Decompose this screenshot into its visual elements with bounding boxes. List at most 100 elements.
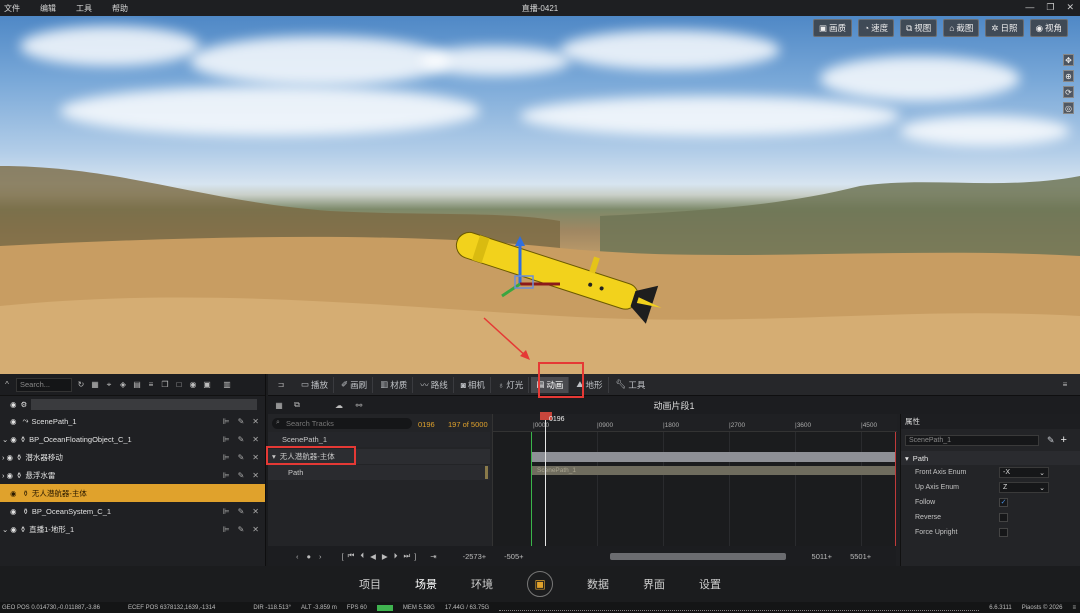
logo-icon[interactable]: ▣ <box>527 571 553 597</box>
eye-icon[interactable]: ◉ <box>10 507 17 516</box>
menu-edit[interactable]: 编辑 <box>40 3 56 14</box>
track-section[interactable] <box>531 452 895 462</box>
move-icon[interactable]: ✥ <box>1063 54 1074 66</box>
speed-button[interactable]: ◔ 速度 <box>858 19 895 37</box>
delete-icon[interactable]: ✕ <box>252 471 259 480</box>
track-row[interactable]: ScenePath_1 <box>268 432 490 447</box>
outliner-search-input[interactable]: Search... <box>16 377 72 392</box>
end-marker[interactable] <box>895 432 896 546</box>
nav-data[interactable]: 数据 <box>587 576 609 592</box>
outliner-item[interactable]: ⌄ ◉ ⚱ 直播1-地形_1 ⊫ ✎ ✕ <box>0 520 265 538</box>
track-row[interactable]: Path <box>268 465 490 480</box>
tab-material[interactable]: ▥ 材质 <box>375 376 414 393</box>
menu-help[interactable]: 帮助 <box>112 3 128 14</box>
grid-icon[interactable]: ▦ <box>90 380 100 390</box>
view-range-start[interactable]: -505+ <box>504 552 523 561</box>
panel-icon[interactable]: ▥ <box>222 380 232 390</box>
next-key-icon[interactable]: › <box>319 552 322 561</box>
play-reverse-icon[interactable]: ◀ <box>370 552 376 561</box>
edit-icon[interactable]: ✎ <box>238 417 245 426</box>
play-icon[interactable]: ▶ <box>382 552 388 561</box>
key-icon[interactable]: ● <box>307 552 312 561</box>
outliner-item[interactable]: › ◉ ⚱ 悬浮水雷 ⊫ ✎ ✕ <box>0 466 265 484</box>
reverse-checkbox[interactable] <box>999 513 1008 522</box>
range-end[interactable]: 5501+ <box>850 552 871 561</box>
step-back-icon[interactable]: ⏴ <box>360 551 364 561</box>
playhead[interactable] <box>545 414 546 546</box>
edit-icon[interactable]: ✎ <box>238 507 245 516</box>
delete-icon[interactable]: ✕ <box>252 507 259 516</box>
path-section[interactable]: ScenePath_1 <box>531 466 895 475</box>
zoom-icon[interactable]: ⊕ <box>1063 70 1074 82</box>
nav-settings[interactable]: 设置 <box>699 576 721 592</box>
submarine-model[interactable] <box>440 224 680 334</box>
outliner-item[interactable]: ◉ ⚱ BP_OceanSystem_C_1 ⊫ ✎ ✕ <box>0 502 265 520</box>
outliner-item-selected[interactable]: ◉ ⚱ 无人潜航器-主体 <box>0 484 265 502</box>
copy-icon[interactable]: ❐ <box>160 380 170 390</box>
eye-icon[interactable]: ◉ <box>10 525 17 534</box>
add-icon[interactable]: + <box>1061 434 1067 446</box>
delete-icon[interactable]: ✕ <box>252 453 259 462</box>
outliner-item[interactable]: › ◉ ⚱ 潜水器移动 ⊫ ✎ ✕ <box>0 448 265 466</box>
restore-icon[interactable]: ❐ <box>1046 2 1054 13</box>
compass-icon[interactable]: ◎ <box>1063 102 1074 114</box>
external-icon[interactable]: ⧉ <box>292 400 302 410</box>
nav-interface[interactable]: 界面 <box>643 576 665 592</box>
step-forward-icon[interactable]: ⏵ <box>394 551 398 561</box>
eye-icon[interactable]: ◉ <box>7 453 14 462</box>
gear-icon[interactable]: ⚙ <box>21 400 28 409</box>
prev-key-icon[interactable]: ‹ <box>296 552 299 561</box>
menu-tools[interactable]: 工具 <box>76 3 92 14</box>
minimize-icon[interactable]: — <box>1025 2 1034 13</box>
object-name-input[interactable]: ScenePath_1 <box>905 434 1039 446</box>
camera-view-button[interactable]: ◉ 视角 <box>1029 19 1068 37</box>
eye-icon[interactable]: ◉ <box>10 417 17 426</box>
start-marker[interactable] <box>531 432 532 546</box>
film-icon[interactable]: ▤ <box>132 380 142 390</box>
grid-icon[interactable]: ▦ <box>274 400 284 410</box>
jump-end-icon[interactable]: ⏭ <box>403 551 410 561</box>
current-frame[interactable]: 0196 <box>418 420 435 429</box>
chevron-right-icon[interactable]: › <box>2 453 5 462</box>
cloud-icon[interactable]: ☁ <box>334 400 344 410</box>
outliner-item[interactable]: ◉ ⤳ ScenePath_1 ⊫ ✎ ✕ <box>0 412 265 430</box>
tab-play[interactable]: ▭ 播放 <box>296 376 335 393</box>
3d-viewport[interactable]: ▣ 画质 ◔ 速度 ⧉ 视图 ⌂ 截图 ✲ 日照 ◉ 视角 ✥ ⊕ ⟳ ◎ <box>0 16 1080 374</box>
track-search-input[interactable]: Search Tracks <box>272 418 412 429</box>
status-menu-icon[interactable]: ≡ <box>1072 605 1076 611</box>
focus-icon[interactable]: ⌖ <box>104 380 114 390</box>
screenshot-button[interactable]: ⌂ 截图 <box>943 19 980 37</box>
record-icon[interactable]: ◉ <box>188 380 198 390</box>
eyedropper-icon[interactable]: ✎ <box>1047 435 1055 446</box>
tab-camera[interactable]: ◙ 相机 <box>456 376 491 393</box>
loop-icon[interactable]: ⇥ <box>430 552 436 561</box>
up-axis-dropdown[interactable]: Z ⌄ <box>999 482 1049 493</box>
tab-light[interactable]: ♁ 灯光 <box>493 376 530 393</box>
delete-icon[interactable]: ✕ <box>252 417 259 426</box>
edit-icon[interactable]: ✎ <box>238 453 245 462</box>
align-icon[interactable]: ⊫ <box>223 453 230 462</box>
view-range-end[interactable]: 5011+ <box>812 552 833 561</box>
properties-section[interactable]: ▾ Path <box>901 451 1080 465</box>
layers-icon[interactable]: ▣ <box>202 380 212 390</box>
chevron-down-icon[interactable]: ⌄ <box>2 525 8 534</box>
locate-icon[interactable]: ◈ <box>118 380 128 390</box>
menu-file[interactable]: 文件 <box>4 3 20 14</box>
range-start[interactable]: -2573+ <box>463 552 487 561</box>
refresh-icon[interactable]: ↻ <box>76 380 86 390</box>
tab-brush[interactable]: ✐ 画刷 <box>336 376 374 393</box>
square-icon[interactable]: □ <box>174 380 184 390</box>
tab-route[interactable]: 〰路线 <box>415 376 454 393</box>
delete-icon[interactable]: ✕ <box>252 525 259 534</box>
menu-icon[interactable]: ≡ <box>1060 380 1070 390</box>
rotate-icon[interactable]: ⟳ <box>1063 86 1074 98</box>
nav-scene[interactable]: 场景 <box>415 576 437 592</box>
quality-button[interactable]: ▣ 画质 <box>812 19 853 37</box>
nav-environment[interactable]: 环境 <box>471 576 493 592</box>
eye-icon[interactable]: ◉ <box>10 489 17 498</box>
align-icon[interactable]: ⊫ <box>223 507 230 516</box>
follow-checkbox[interactable]: ✓ <box>999 498 1008 507</box>
front-axis-dropdown[interactable]: -X ⌄ <box>999 467 1049 478</box>
eye-icon[interactable]: ◉ <box>10 400 17 409</box>
jump-start-icon[interactable]: ⏮ <box>348 551 355 561</box>
